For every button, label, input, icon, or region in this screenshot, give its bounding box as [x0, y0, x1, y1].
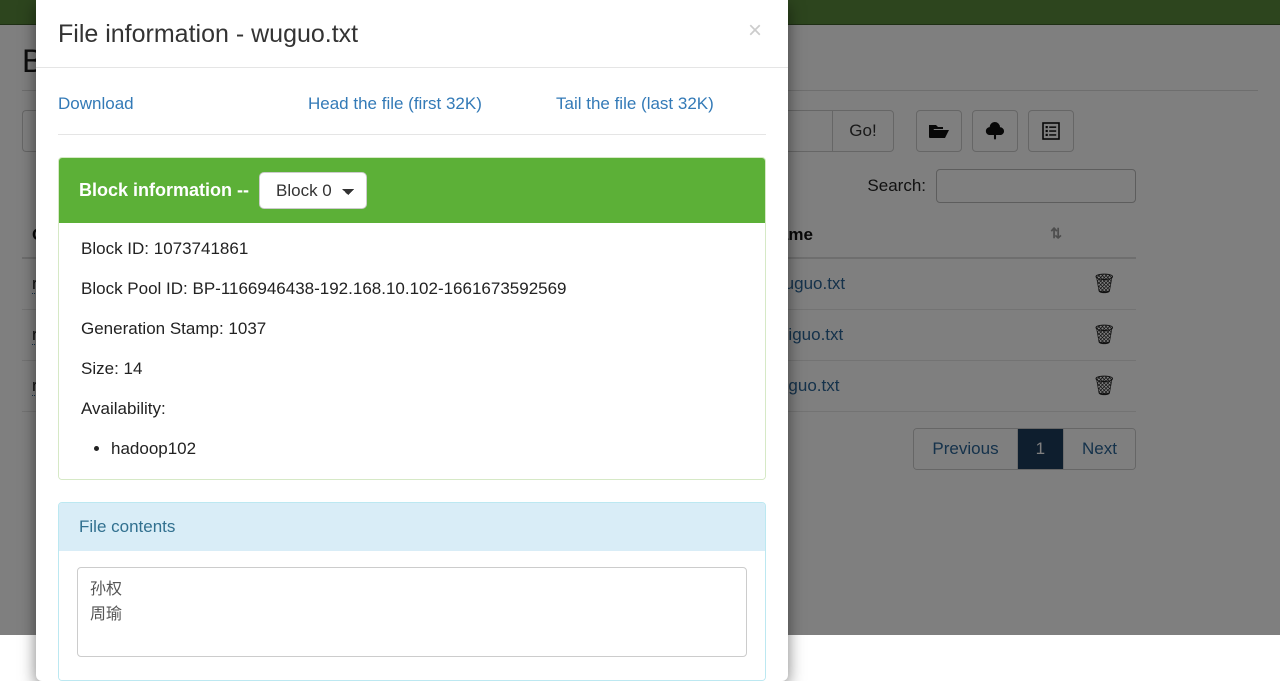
tail-file-link[interactable]: Tail the file (last 32K) — [556, 94, 714, 114]
block-id: Block ID: 1073741861 — [81, 239, 249, 258]
block-size: Size: 14 — [81, 359, 143, 378]
file-contents-panel: File contents 孙权 周瑜 — [58, 502, 766, 681]
block-select[interactable]: Block 0 — [259, 172, 367, 209]
availability-list: hadoop102 — [81, 439, 743, 459]
modal-title: File information - wuguo.txt — [58, 20, 359, 48]
file-information-modal: File information - wuguo.txt × Download … — [36, 0, 788, 681]
modal-body: Download Head the file (first 32K) Tail … — [36, 68, 788, 681]
block-pool-id: Block Pool ID: BP-1166946438-192.168.10.… — [81, 279, 567, 298]
download-link[interactable]: Download — [58, 94, 308, 114]
file-contents-header: File contents — [59, 503, 765, 551]
block-information-panel: Block information -- Block 0 Block ID: 1… — [58, 157, 766, 480]
generation-stamp: Generation Stamp: 1037 — [81, 319, 267, 338]
head-file-link[interactable]: Head the file (first 32K) — [308, 94, 556, 114]
list-item: hadoop102 — [111, 439, 743, 459]
file-action-links: Download Head the file (first 32K) Tail … — [58, 72, 766, 135]
file-contents-body: 孙权 周瑜 — [59, 551, 765, 680]
block-panel-body: Block ID: 1073741861 Block Pool ID: BP-1… — [59, 223, 765, 479]
modal-header: File information - wuguo.txt × — [36, 0, 788, 68]
file-contents-textarea[interactable]: 孙权 周瑜 — [77, 567, 747, 657]
close-icon[interactable]: × — [742, 18, 768, 44]
availability-label: Availability: — [81, 399, 166, 418]
block-panel-title: Block information -- — [79, 180, 249, 200]
block-panel-header: Block information -- Block 0 — [59, 158, 765, 223]
